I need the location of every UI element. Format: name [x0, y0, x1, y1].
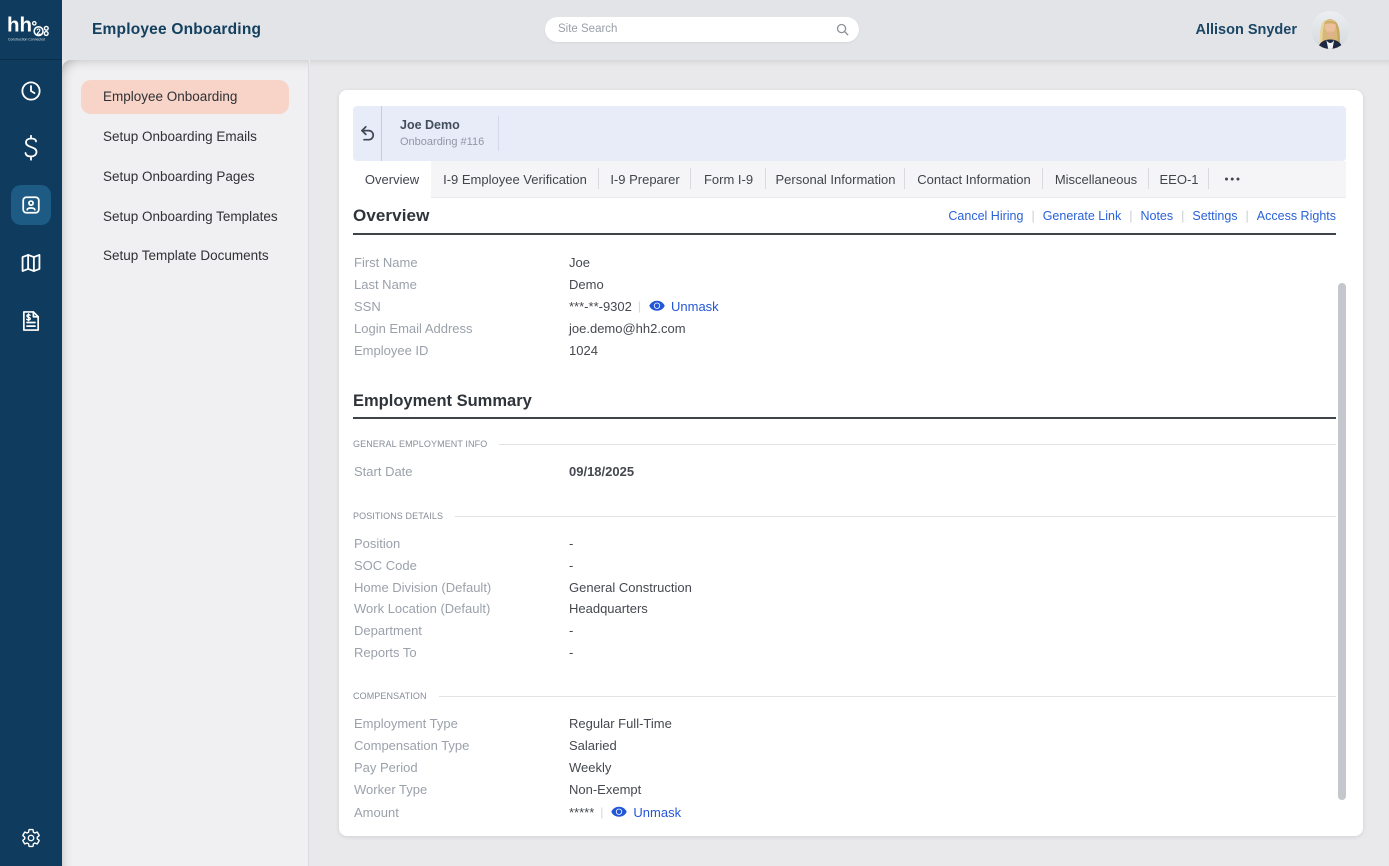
svg-text:hh: hh — [8, 14, 32, 37]
svg-text:2: 2 — [36, 27, 41, 36]
svg-text:Construction Connected: Construction Connected — [8, 38, 45, 42]
